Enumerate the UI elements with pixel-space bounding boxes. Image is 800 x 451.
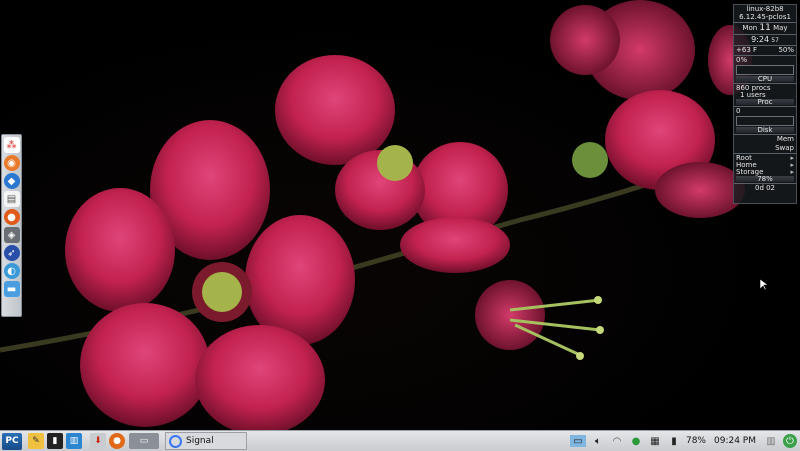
- synaptic-icon[interactable]: ◉: [3, 155, 20, 171]
- trash-icon[interactable]: ▥: [764, 434, 778, 448]
- time-display: 9:24: [751, 35, 770, 44]
- day-number: 11: [759, 23, 771, 33]
- battery-percent-label: 78%: [685, 436, 706, 446]
- taskbar: PC ✎ ▮ ▥ ⬇ ● ▭ Signal ▭ 🔈︎ ◠ ● ▦ ▮ 78% 0…: [0, 430, 800, 451]
- cpu-box: 0% CPU: [734, 56, 796, 84]
- firefox-taskbar-icon[interactable]: ●: [109, 433, 125, 449]
- start-menu-button[interactable]: PC: [2, 432, 22, 450]
- task-signal[interactable]: Signal: [165, 432, 247, 450]
- day-name: Mon: [742, 24, 758, 32]
- uptime: 0d 02: [754, 184, 776, 192]
- date-box: Mon 11 May: [734, 23, 796, 35]
- mouse-pointer-icon: [760, 279, 768, 291]
- volume-icon[interactable]: 🔈︎: [591, 434, 605, 448]
- desktop[interactable]: linux-82b8 6.12.45-pclos1 Mon 11 May 9:2…: [0, 0, 800, 451]
- cpu-percent: 0%: [736, 56, 748, 64]
- disk-label: Disk: [736, 127, 794, 134]
- kernel-version: 6.12.45-pclos1: [739, 13, 791, 21]
- battery-icon[interactable]: ▮: [667, 434, 681, 448]
- proc-graph-box: 0 Disk: [734, 107, 796, 135]
- mem-label: Mem: [776, 135, 794, 143]
- task-signal-label: Signal: [186, 436, 214, 446]
- proc-graph: [736, 116, 794, 126]
- seconds-display: 57: [771, 37, 779, 44]
- cpu-graph: [736, 65, 794, 75]
- file-manager-icon[interactable]: ▥: [66, 433, 82, 449]
- storage-percent: 78%: [736, 176, 794, 183]
- grid-apps-icon[interactable]: ⁂: [3, 137, 20, 153]
- left-dock: ⁂ ◉ ◆ ▤ ● ◈ ➶ ◐ ▬: [1, 134, 22, 317]
- rocket-icon[interactable]: ➶: [3, 245, 20, 261]
- cpu-label: CPU: [736, 76, 794, 83]
- folder-icon[interactable]: ▬: [3, 281, 20, 297]
- temperature: +63 F: [736, 46, 758, 54]
- globe-icon[interactable]: ◐: [3, 263, 20, 279]
- battery-percent: 50%: [778, 46, 794, 54]
- mem-box: Mem Swap: [734, 135, 796, 154]
- filesystem-box: Root ▸ Home ▸ Storage ▸ 78%: [734, 154, 796, 184]
- display-icon[interactable]: ▭: [569, 435, 586, 447]
- clock[interactable]: 09:24 PM: [711, 436, 759, 446]
- download-icon[interactable]: ⬇: [90, 433, 106, 449]
- power-icon[interactable]: ⏻: [783, 434, 797, 448]
- network-icon[interactable]: ◈: [3, 227, 20, 243]
- text-editor-icon[interactable]: ✎: [28, 433, 44, 449]
- clipboard-icon[interactable]: ▦: [648, 434, 662, 448]
- main-flower: [65, 120, 355, 435]
- wifi-icon[interactable]: ◠: [610, 434, 624, 448]
- update-ok-icon[interactable]: ●: [629, 434, 643, 448]
- proc-label: Proc: [736, 99, 794, 106]
- month-name: May: [773, 24, 788, 32]
- bud-flower: [475, 280, 604, 360]
- signal-icon: [169, 434, 182, 448]
- system-monitor-widget: linux-82b8 6.12.45-pclos1 Mon 11 May 9:2…: [733, 4, 797, 204]
- system-tray: ▭ 🔈︎ ◠ ● ▦ ▮ 78% 09:24 PM ▥ ⏻: [569, 431, 800, 451]
- blue-app-icon[interactable]: ◆: [3, 173, 20, 189]
- terminal-icon[interactable]: ▮: [47, 433, 63, 449]
- procs-box: 860 procs 1 users Proc: [734, 84, 796, 107]
- swap-label: Swap: [775, 144, 794, 152]
- hostname-box: linux-82b8 6.12.45-pclos1: [734, 5, 796, 23]
- show-desktop-icon[interactable]: ▭: [129, 433, 159, 449]
- cluster-flowers: [550, 0, 752, 218]
- proc-value: 0: [736, 107, 741, 115]
- temp-battery-row: +63 F 50%: [734, 46, 796, 56]
- time-box: 9:24 57: [734, 35, 796, 46]
- wallpaper-flowers: [0, 0, 752, 435]
- firefox-icon[interactable]: ●: [3, 209, 20, 225]
- hostname: linux-82b8: [746, 5, 784, 13]
- document-icon[interactable]: ▤: [3, 191, 20, 207]
